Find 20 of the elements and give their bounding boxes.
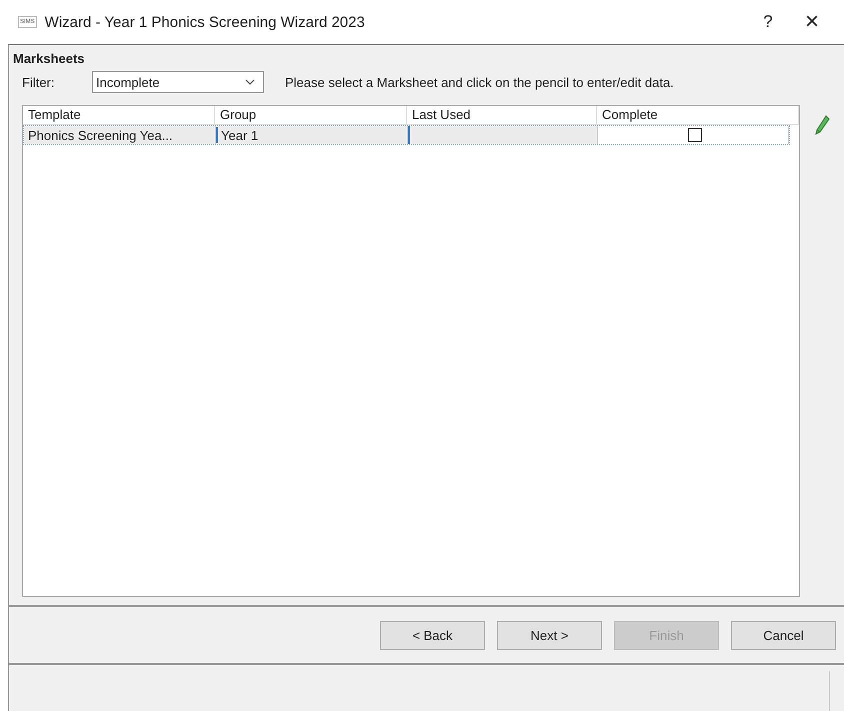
column-header[interactable]: Last Used [407,106,597,125]
close-button[interactable]: × [790,6,834,38]
column-header[interactable]: Complete [597,106,799,125]
pencil-icon[interactable] [814,115,830,137]
instruction-text: Please select a Marksheet and click on the pencil to enter/edit data. [285,74,674,90]
table-cell: Year 1 [216,126,408,144]
table-row[interactable]: Phonics Screening Yea... Year 1 [23,125,790,145]
column-header[interactable]: Group [215,106,407,125]
chevron-down-icon [245,79,255,85]
filter-dropdown[interactable]: Incomplete [92,71,264,93]
wizard-button[interactable]: Next > [497,620,602,650]
checkbox[interactable] [688,128,702,142]
table-cell: Phonics Screening Yea... [24,126,216,144]
wizard-button[interactable]: Cancel [731,620,836,650]
section-title: Marksheets [12,50,86,66]
help-button[interactable]: ? [746,6,790,38]
window-title: Wizard - Year 1 Phonics Screening Wizard 2023 [44,14,365,30]
column-header[interactable]: Template [23,106,215,125]
filter-label: Filter: [22,74,56,90]
wizard-button[interactable]: < Back [380,620,485,650]
